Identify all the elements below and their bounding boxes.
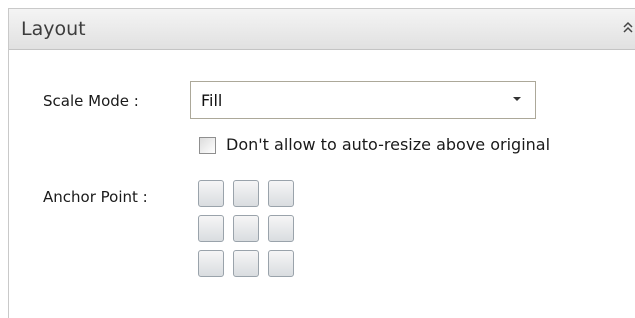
- scale-mode-value: Fill: [201, 91, 223, 110]
- anchor-top-right-button[interactable]: [268, 180, 294, 207]
- anchor-top-center-button[interactable]: [233, 180, 259, 207]
- auto-resize-label[interactable]: Don't allow to auto-resize above origina…: [226, 135, 550, 154]
- anchor-bottom-left-button[interactable]: [198, 250, 224, 277]
- panel-header[interactable]: Layout: [9, 9, 635, 50]
- scale-mode-select[interactable]: Fill: [190, 81, 536, 119]
- anchor-middle-right-button[interactable]: [268, 215, 294, 242]
- anchor-top-left-button[interactable]: [198, 180, 224, 207]
- anchor-bottom-center-button[interactable]: [233, 250, 259, 277]
- anchor-bottom-right-button[interactable]: [268, 250, 294, 277]
- dropdown-arrow-icon[interactable]: [513, 97, 521, 101]
- layout-panel: Layout Scale Mode : Fill Don't allow to …: [8, 8, 635, 318]
- double-chevron-up-icon[interactable]: [622, 18, 634, 38]
- scale-mode-label: Scale Mode :: [43, 92, 139, 110]
- auto-resize-checkbox[interactable]: [199, 137, 216, 154]
- anchor-middle-left-button[interactable]: [198, 215, 224, 242]
- panel-title: Layout: [21, 18, 86, 40]
- anchor-point-label: Anchor Point :: [43, 188, 148, 206]
- anchor-center-button[interactable]: [233, 215, 259, 242]
